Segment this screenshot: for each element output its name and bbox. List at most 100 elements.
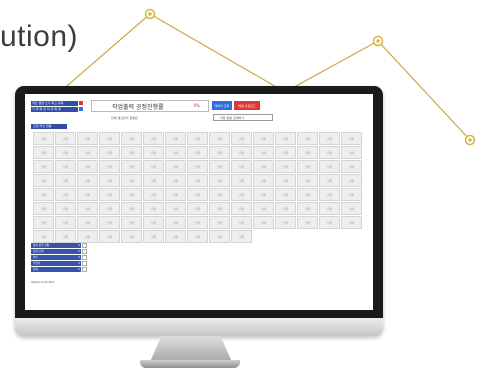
grid-cell[interactable]: 진행 bbox=[275, 174, 296, 187]
grid-cell[interactable]: 진행 bbox=[275, 146, 296, 159]
grid-cell[interactable]: 진행 bbox=[33, 216, 54, 229]
grid-cell[interactable]: 진행 bbox=[187, 188, 208, 201]
grid-cell[interactable]: 진행 bbox=[55, 146, 76, 159]
grid-cell[interactable]: 진행 bbox=[231, 132, 252, 145]
grid-cell[interactable]: 진행 bbox=[319, 132, 340, 145]
grid-cell[interactable]: 진행 bbox=[99, 216, 120, 229]
grid-cell[interactable]: 진행 bbox=[275, 132, 296, 145]
grid-cell[interactable]: 진행 bbox=[165, 146, 186, 159]
grid-cell[interactable]: 진행 bbox=[77, 174, 98, 187]
grid-cell[interactable]: 진행 bbox=[99, 174, 120, 187]
grid-cell[interactable]: 진행 bbox=[253, 146, 274, 159]
grid-cell[interactable]: 진행 bbox=[55, 174, 76, 187]
grid-cell[interactable]: 진행 bbox=[55, 132, 76, 145]
grid-cell[interactable]: 진행 bbox=[143, 160, 164, 173]
grid-cell[interactable]: 진행 bbox=[341, 132, 362, 145]
grid-cell[interactable]: 진행 bbox=[33, 174, 54, 187]
grid-cell[interactable]: 진행 bbox=[77, 188, 98, 201]
search-input[interactable]: 작업 현황 검색하기 bbox=[213, 114, 273, 121]
grid-cell[interactable]: 진행 bbox=[341, 216, 362, 229]
grid-cell[interactable]: 진행 bbox=[341, 160, 362, 173]
grid-cell[interactable]: 진행 bbox=[209, 174, 230, 187]
grid-cell[interactable]: 진행 bbox=[33, 132, 54, 145]
grid-cell[interactable]: 진행 bbox=[55, 188, 76, 201]
grid-cell[interactable]: 진행 bbox=[319, 202, 340, 215]
grid-cell[interactable]: 진행 bbox=[55, 216, 76, 229]
grid-cell[interactable]: 진행 bbox=[209, 188, 230, 201]
grid-cell[interactable]: 진행 bbox=[121, 132, 142, 145]
grid-cell[interactable]: 진행 bbox=[55, 230, 76, 243]
grid-cell[interactable]: 진행 bbox=[143, 216, 164, 229]
grid-cell[interactable]: 진행 bbox=[253, 132, 274, 145]
grid-cell[interactable]: 진행 bbox=[165, 174, 186, 187]
grid-cell[interactable]: 진행 bbox=[253, 160, 274, 173]
grid-cell[interactable]: 진행 bbox=[231, 216, 252, 229]
grid-cell[interactable]: 진행 bbox=[99, 132, 120, 145]
grid-cell[interactable]: 진행 bbox=[99, 230, 120, 243]
grid-cell[interactable]: 진행 bbox=[209, 216, 230, 229]
grid-cell[interactable]: 진행 bbox=[297, 216, 318, 229]
legend-checkbox[interactable] bbox=[82, 267, 87, 272]
grid-cell[interactable]: 진행 bbox=[319, 216, 340, 229]
grid-cell[interactable]: 진행 bbox=[143, 146, 164, 159]
grid-cell[interactable]: 진행 bbox=[99, 146, 120, 159]
grid-cell[interactable]: 진행 bbox=[33, 146, 54, 159]
grid-cell[interactable]: 진행 bbox=[319, 146, 340, 159]
grid-cell[interactable]: 진행 bbox=[297, 174, 318, 187]
grid-cell[interactable]: 진행 bbox=[121, 230, 142, 243]
grid-cell[interactable]: 진행 bbox=[187, 216, 208, 229]
grid-cell[interactable]: 진행 bbox=[77, 132, 98, 145]
grid-cell[interactable]: 진행 bbox=[231, 202, 252, 215]
grid-cell[interactable]: 진행 bbox=[209, 146, 230, 159]
grid-cell[interactable]: 진행 bbox=[341, 146, 362, 159]
grid-cell[interactable]: 진행 bbox=[165, 216, 186, 229]
grid-cell[interactable]: 진행 bbox=[231, 160, 252, 173]
grid-cell[interactable]: 진행 bbox=[209, 230, 230, 243]
grid-cell[interactable]: 진행 bbox=[231, 188, 252, 201]
grid-cell[interactable]: 진행 bbox=[187, 174, 208, 187]
grid-cell[interactable]: 진행 bbox=[209, 160, 230, 173]
grid-cell[interactable]: 진행 bbox=[33, 202, 54, 215]
grid-cell[interactable]: 진행 bbox=[165, 230, 186, 243]
grid-cell[interactable]: 진행 bbox=[121, 188, 142, 201]
grid-cell[interactable]: 진행 bbox=[275, 160, 296, 173]
grid-cell[interactable]: 진행 bbox=[231, 230, 252, 243]
grid-cell[interactable]: 진행 bbox=[121, 146, 142, 159]
grid-cell[interactable]: 진행 bbox=[187, 132, 208, 145]
grid-cell[interactable]: 진행 bbox=[319, 188, 340, 201]
grid-cell[interactable]: 진행 bbox=[275, 216, 296, 229]
grid-cell[interactable]: 진행 bbox=[77, 230, 98, 243]
grid-cell[interactable]: 진행 bbox=[165, 188, 186, 201]
grid-cell[interactable]: 진행 bbox=[121, 174, 142, 187]
grid-cell[interactable]: 진행 bbox=[275, 188, 296, 201]
query-button[interactable]: 데이터 조회 bbox=[212, 101, 232, 110]
grid-cell[interactable]: 진행 bbox=[55, 160, 76, 173]
grid-cell[interactable]: 진행 bbox=[297, 132, 318, 145]
grid-cell[interactable]: 진행 bbox=[297, 202, 318, 215]
grid-cell[interactable]: 진행 bbox=[297, 146, 318, 159]
grid-cell[interactable]: 진행 bbox=[341, 188, 362, 201]
grid-cell[interactable]: 진행 bbox=[143, 202, 164, 215]
grid-cell[interactable]: 진행 bbox=[33, 230, 54, 243]
grid-cell[interactable]: 진행 bbox=[187, 146, 208, 159]
grid-cell[interactable]: 진행 bbox=[165, 202, 186, 215]
grid-cell[interactable]: 진행 bbox=[341, 202, 362, 215]
grid-cell[interactable]: 진행 bbox=[165, 160, 186, 173]
legend-checkbox[interactable] bbox=[82, 255, 87, 260]
grid-cell[interactable]: 진행 bbox=[209, 132, 230, 145]
grid-cell[interactable]: 진행 bbox=[121, 202, 142, 215]
grid-cell[interactable]: 진행 bbox=[231, 174, 252, 187]
grid-cell[interactable]: 진행 bbox=[319, 174, 340, 187]
grid-cell[interactable]: 진행 bbox=[297, 160, 318, 173]
grid-cell[interactable]: 진행 bbox=[99, 160, 120, 173]
excel-download-button[interactable]: 엑셀 다운로드 bbox=[234, 101, 260, 110]
grid-cell[interactable]: 진행 bbox=[77, 202, 98, 215]
grid-cell[interactable]: 진행 bbox=[209, 202, 230, 215]
grid-cell[interactable]: 진행 bbox=[253, 216, 274, 229]
grid-cell[interactable]: 진행 bbox=[55, 202, 76, 215]
grid-cell[interactable]: 진행 bbox=[143, 174, 164, 187]
grid-cell[interactable]: 진행 bbox=[319, 160, 340, 173]
grid-cell[interactable]: 진행 bbox=[253, 174, 274, 187]
grid-cell[interactable]: 진행 bbox=[297, 188, 318, 201]
grid-cell[interactable]: 진행 bbox=[77, 146, 98, 159]
